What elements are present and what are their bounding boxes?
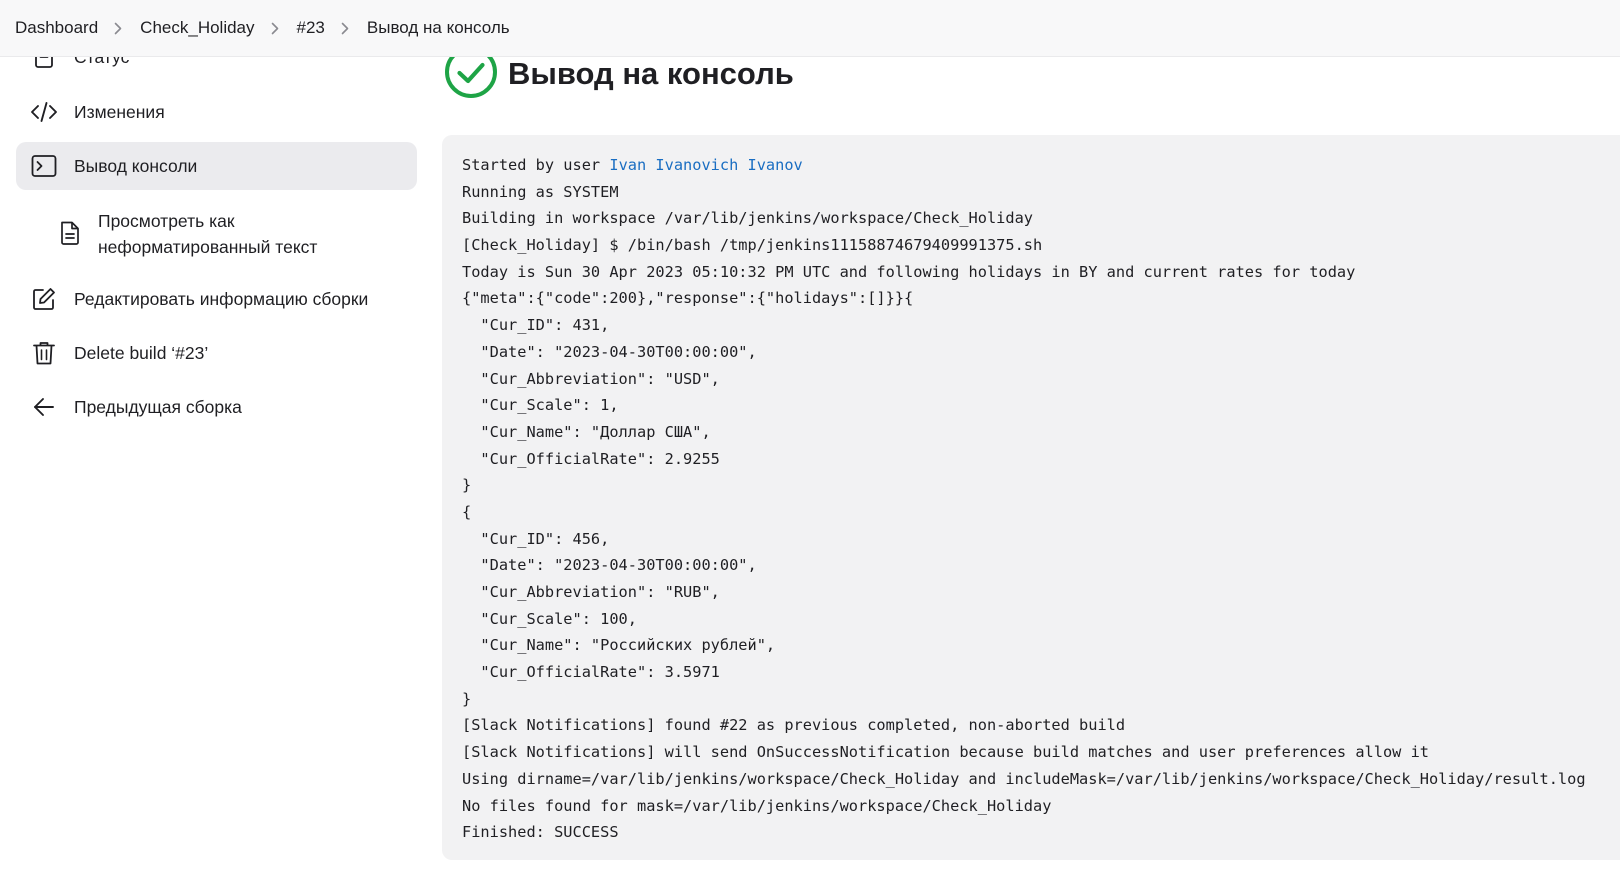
console-line: "Cur_OfficialRate": 3.5971 bbox=[462, 663, 720, 682]
console-line: Using dirname=/var/lib/jenkins/workspace… bbox=[462, 769, 1586, 788]
sidebar-item-label: Изменения bbox=[74, 101, 165, 122]
console-line: } bbox=[462, 689, 472, 708]
console-output: Started by user Ivan Ivanovich Ivanov Run… bbox=[442, 135, 1620, 860]
breadcrumb-console-output[interactable]: Вывод на консоль bbox=[367, 18, 510, 38]
breadcrumb: Dashboard Check_Holiday #23 Вывод на кон… bbox=[0, 0, 1620, 57]
console-line: "Date": "2023-04-30T00:00:00", bbox=[462, 556, 757, 575]
sidebar-item-plain-text[interactable]: Просмотреть как неформатированный текст bbox=[40, 202, 417, 264]
sidebar-item-label: Просмотреть как неформатированный текст bbox=[98, 211, 318, 257]
console-line: { bbox=[462, 502, 472, 521]
sidebar-item-label: Вывод консоли bbox=[74, 155, 198, 176]
edit-icon bbox=[30, 285, 58, 313]
arrow-left-icon bbox=[30, 393, 58, 421]
document-icon bbox=[56, 219, 84, 247]
sidebar-item-edit-build-info[interactable]: Редактировать информацию сборки bbox=[16, 275, 417, 323]
console-line: Building in workspace /var/lib/jenkins/w… bbox=[462, 209, 1033, 228]
console-line: Today is Sun 30 Apr 2023 05:10:32 PM UTC… bbox=[462, 262, 1356, 281]
success-check-icon bbox=[445, 49, 497, 98]
main-content: Вывод на консоль Started by user Ivan Iv… bbox=[440, 49, 1620, 888]
chevron-right-icon bbox=[271, 22, 281, 34]
sidebar: Статус Изменения Вывод консоли Просмотре… bbox=[0, 46, 420, 888]
console-line: Started by user Ivan Ivanovich Ivanov bbox=[462, 152, 1620, 179]
user-link[interactable]: Ivan Ivanovich Ivanov bbox=[609, 156, 802, 174]
console-line: [Slack Notifications] will send OnSucces… bbox=[462, 743, 1429, 762]
console-line: } bbox=[462, 476, 472, 495]
console-line: "Date": "2023-04-30T00:00:00", bbox=[462, 342, 757, 361]
page-title: Вывод на консоль bbox=[508, 56, 794, 91]
breadcrumb-build[interactable]: #23 bbox=[297, 18, 325, 38]
code-icon bbox=[30, 98, 58, 126]
console-line: "Cur_ID": 456, bbox=[462, 529, 610, 548]
sidebar-item-label: Редактировать информацию сборки bbox=[74, 288, 369, 309]
console-started-prefix: Started by user bbox=[462, 156, 610, 174]
console-line: No files found for mask=/var/lib/jenkins… bbox=[462, 796, 1052, 815]
console-line: "Cur_OfficialRate": 2.9255 bbox=[462, 449, 720, 468]
console-line: "Cur_Scale": 100, bbox=[462, 609, 637, 628]
terminal-icon bbox=[30, 152, 58, 180]
breadcrumb-dashboard[interactable]: Dashboard bbox=[15, 18, 98, 38]
console-line: "Cur_Name": "Доллар США", bbox=[462, 422, 711, 441]
sidebar-item-console-output[interactable]: Вывод консоли bbox=[16, 142, 417, 190]
trash-icon bbox=[30, 339, 58, 367]
sidebar-item-label: Delete build ‘#23’ bbox=[74, 342, 209, 363]
console-line: Running as SYSTEM bbox=[462, 182, 619, 201]
console-line: "Cur_Abbreviation": "USD", bbox=[462, 369, 720, 388]
sidebar-item-delete-build[interactable]: Delete build ‘#23’ bbox=[16, 329, 417, 377]
console-line: "Cur_ID": 431, bbox=[462, 316, 610, 335]
chevron-right-icon bbox=[114, 22, 124, 34]
console-line: [Slack Notifications] found #22 as previ… bbox=[462, 716, 1126, 735]
sidebar-item-previous-build[interactable]: Предыдущая сборка bbox=[16, 383, 417, 431]
console-line: "Cur_Abbreviation": "RUB", bbox=[462, 583, 720, 601]
console-line: {"meta":{"code":200},"response":{"holida… bbox=[462, 289, 914, 308]
console-line: "Cur_Scale": 1, bbox=[462, 396, 619, 415]
console-line: Finished: SUCCESS bbox=[462, 823, 619, 842]
breadcrumb-job[interactable]: Check_Holiday bbox=[140, 18, 254, 38]
sidebar-item-label: Предыдущая сборка bbox=[74, 396, 242, 417]
sidebar-item-changes[interactable]: Изменения bbox=[16, 88, 417, 136]
console-line: "Cur_Name": "Российских рублей", bbox=[462, 636, 776, 655]
console-line: [Check_Holiday] $ /bin/bash /tmp/jenkins… bbox=[462, 236, 1043, 255]
chevron-right-icon bbox=[341, 22, 351, 34]
